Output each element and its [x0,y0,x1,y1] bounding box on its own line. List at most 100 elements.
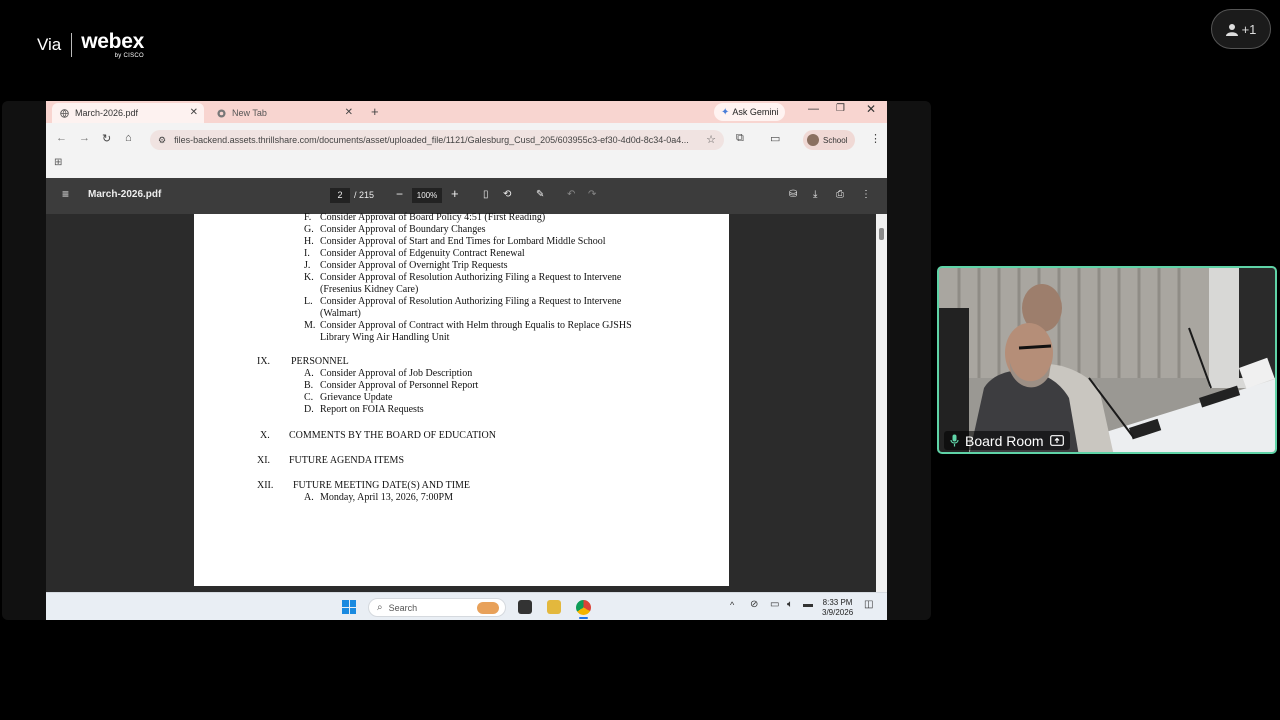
print-icon[interactable]: ⎙ [836,189,844,200]
hamburger-menu-icon[interactable]: ≡ [62,187,69,201]
profile-button[interactable]: School [803,130,856,150]
section-numeral: IX. [257,356,271,367]
taskbar-clock[interactable]: 8:33 PM 3/9/2026 [822,598,853,618]
agenda-item: Library Wing Air Handling Unit [320,332,450,343]
search-icon: ⌕ [377,602,383,613]
fit-page-icon[interactable]: ▯ [483,189,489,200]
agenda-marker: L. [304,296,313,307]
pdf-filename: March-2026.pdf [88,189,162,200]
zoom-in-icon[interactable]: + [451,186,459,201]
site-info-icon[interactable]: ⚙ [158,135,166,146]
download-icon[interactable]: ⤓ [813,189,817,200]
chrome-icon [217,108,226,118]
search-placeholder: Search [388,602,418,613]
section-title: COMMENTS BY THE BOARD OF EDUCATION [289,430,496,441]
pdf-toolbar: ≡ March-2026.pdf 2 / 215 − 100% + ▯ ⟲ ✎ … [46,178,887,214]
tab-pdf[interactable]: March-2026.pdf ✕ [52,103,204,123]
apps-grid-icon[interactable]: ⊞ [54,157,62,168]
battery-icon[interactable]: ▬ [803,599,813,610]
agenda-marker: I. [304,248,310,259]
agenda-item: Consider Approval of Overnight Trip Requ… [320,260,508,271]
window-close-icon[interactable]: ✕ [866,102,876,116]
windows-start-icon[interactable] [342,600,356,614]
chrome-taskbar-icon[interactable] [576,600,591,615]
tab-label: New Tab [232,108,267,118]
close-tab-icon[interactable]: ✕ [345,107,353,118]
zoom-out-icon[interactable]: − [396,187,403,201]
section-title: FUTURE AGENDA ITEMS [289,455,405,466]
display-icon[interactable]: ▭ [770,599,779,610]
menu-kebab-icon[interactable]: ⋮ [870,132,881,145]
reload-icon[interactable]: ↻ [102,132,111,145]
task-view-icon[interactable] [518,600,532,614]
forward-arrow-icon[interactable]: → [79,132,90,144]
logo-via: Via [37,35,62,54]
agenda-item: Consider Approval of Edgenuity Contract … [320,248,525,259]
scrollbar-thumb[interactable] [879,228,884,240]
undo-icon[interactable]: ↶ [567,189,575,200]
file-explorer-icon[interactable] [547,600,561,614]
notification-bell-icon[interactable]: ◫ [864,599,873,610]
section-title: FUTURE MEETING DATE(S) AND TIME [293,480,471,491]
participants-button[interactable]: +1 [1211,9,1271,49]
home-icon[interactable]: ⌂ [125,132,132,144]
clock-time: 8:33 PM [822,598,853,607]
agenda-item: (Walmart) [320,308,361,319]
show-hidden-icons-chevron-icon[interactable]: ^ [730,600,734,610]
clock-date: 3/9/2026 [822,608,854,617]
active-app-indicator [579,617,588,619]
agenda-item: Grievance Update [320,392,393,403]
agenda-marker: K. [304,272,314,283]
save-drive-icon[interactable]: ⛁ [789,189,797,200]
back-arrow-icon[interactable]: ← [56,132,67,144]
agenda-item: Consider Approval of Boundary Changes [320,224,486,235]
close-tab-icon[interactable]: ✕ [190,107,198,118]
taskbar-search-input[interactable]: ⌕ Search [368,598,506,617]
annotate-icon[interactable]: ✎ [536,189,544,200]
profile-label: School [823,135,848,145]
cast-icon[interactable]: ▭ [770,132,780,145]
more-options-icon[interactable]: ⋮ [861,189,871,200]
agenda-item: Consider Approval of Resolution Authoriz… [320,272,622,283]
ask-gemini-button[interactable]: ✦ Ask Gemini [714,103,786,121]
tab-strip: March-2026.pdf ✕ New Tab ✕ + ✦ Ask Gemin… [46,101,887,123]
agenda-marker: G. [304,224,314,235]
volume-icon[interactable]: 🔈︎ [787,599,793,610]
extensions-icon[interactable]: ⧉ [736,132,744,145]
agenda-item: Consider Approval of Resolution Authoriz… [320,296,622,307]
redo-icon[interactable]: ↷ [588,189,596,200]
pdf-scrollbar[interactable] [876,214,887,592]
agenda-item: Consider Approval of Contract with Helm … [320,320,632,331]
rotate-icon[interactable]: ⟲ [503,189,511,200]
globe-icon [60,108,69,118]
section-numeral: XII. [257,480,274,491]
microphone-icon [950,434,959,447]
zoom-input[interactable]: 100% [412,188,442,203]
restore-icon[interactable]: ❐ [836,103,845,114]
agenda-item: Monday, April 13, 2026, 7:00PM [320,492,453,503]
minimize-icon[interactable]: — [808,103,819,115]
agenda-item: Consider Approval of Job Description [320,368,473,379]
tab-new-tab[interactable]: New Tab ✕ [209,103,359,123]
agenda-marker: A. [304,368,314,379]
agenda-marker: C. [304,392,314,403]
participants-count: +1 [1241,21,1257,37]
agenda-item: (Fresenius Kidney Care) [320,284,419,295]
logo-brand: webex by CISCO [81,31,144,59]
agenda-marker: J. [304,260,311,271]
bookmark-star-icon[interactable]: ☆ [706,133,716,146]
video-tile[interactable]: Board Room [937,266,1277,454]
browser-window: March-2026.pdf ✕ New Tab ✕ + ✦ Ask Gemin… [46,101,887,620]
webex-logo: Via webex by CISCO [37,30,144,60]
url-text: files-backend.assets.thrillshare.com/doc… [174,135,689,145]
pdf-page: F. Consider Approval of Board Policy 4:5… [194,212,729,586]
search-highlight-cat-icon [477,601,499,614]
new-tab-button[interactable]: + [371,104,379,119]
room-label: Board Room [944,431,1070,450]
page-number-input[interactable]: 2 [330,188,350,203]
network-off-icon[interactable]: ⊘ [750,599,758,610]
address-bar[interactable]: ⚙ files-backend.assets.thrillshare.com/d… [150,130,724,150]
room-name: Board Room [965,432,1044,449]
agenda-item: Consider Approval of Personnel Report [320,380,479,391]
agenda-item: Report on FOIA Requests [320,404,424,415]
